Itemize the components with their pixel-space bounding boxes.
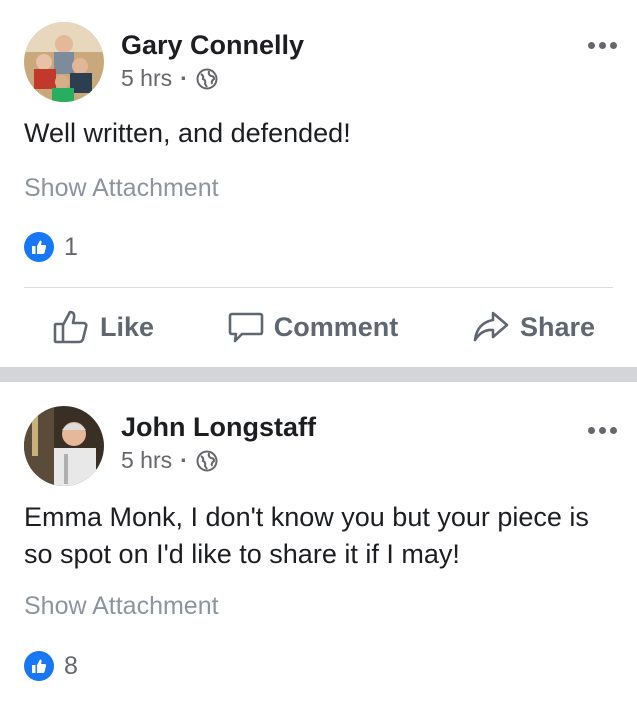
thumbs-up-badge-icon <box>24 651 54 681</box>
share-label: Share <box>519 311 595 342</box>
dot-icon <box>610 427 617 434</box>
post-meta: 5 hrs · <box>121 65 218 92</box>
more-options-button[interactable] <box>588 427 617 434</box>
reaction-summary[interactable]: 8 <box>24 651 78 681</box>
timestamp[interactable]: 5 hrs <box>121 447 172 474</box>
author-name[interactable]: Gary Connelly <box>121 30 304 61</box>
meta-separator: · <box>180 447 188 473</box>
dot-icon <box>599 427 606 434</box>
avatar[interactable] <box>24 406 104 486</box>
share-button[interactable]: Share <box>472 308 595 346</box>
avatar[interactable] <box>24 22 104 102</box>
globe-icon <box>196 450 218 472</box>
show-attachment-link[interactable]: Show Attachment <box>24 592 219 621</box>
like-button[interactable]: Like <box>52 308 154 346</box>
like-label: Like <box>100 311 155 342</box>
meta-separator: · <box>180 65 188 91</box>
more-options-button[interactable] <box>588 42 617 49</box>
comment-label: Comment <box>273 311 399 342</box>
divider <box>24 287 613 288</box>
like-count: 1 <box>64 232 78 261</box>
dot-icon <box>588 42 595 49</box>
share-arrow-icon <box>473 311 509 342</box>
comment-post: Gary Connelly 5 hrs · Well written, and … <box>0 0 637 367</box>
show-attachment-link[interactable]: Show Attachment <box>24 174 219 203</box>
comment-post: John Longstaff 5 hrs · Emma Monk, I don'… <box>0 382 637 702</box>
comment-text: Well written, and defended! <box>24 118 351 148</box>
timestamp[interactable]: 5 hrs <box>121 65 172 92</box>
thumbs-up-badge-icon <box>24 232 54 262</box>
like-count: 8 <box>64 651 78 680</box>
dot-icon <box>610 42 617 49</box>
dot-icon <box>588 427 595 434</box>
action-bar: Like Comment Share <box>0 308 637 346</box>
comment-button[interactable]: Comment <box>228 308 399 346</box>
post-separator <box>0 367 637 382</box>
comment-text: Emma Monk, I don't know you but your pie… <box>24 502 589 569</box>
thumbs-up-icon <box>53 310 88 344</box>
dot-icon <box>599 42 606 49</box>
speech-bubble-icon <box>228 312 264 343</box>
globe-icon <box>196 68 218 90</box>
post-meta: 5 hrs · <box>121 447 218 474</box>
author-name[interactable]: John Longstaff <box>121 412 316 443</box>
reaction-summary[interactable]: 1 <box>24 232 78 262</box>
